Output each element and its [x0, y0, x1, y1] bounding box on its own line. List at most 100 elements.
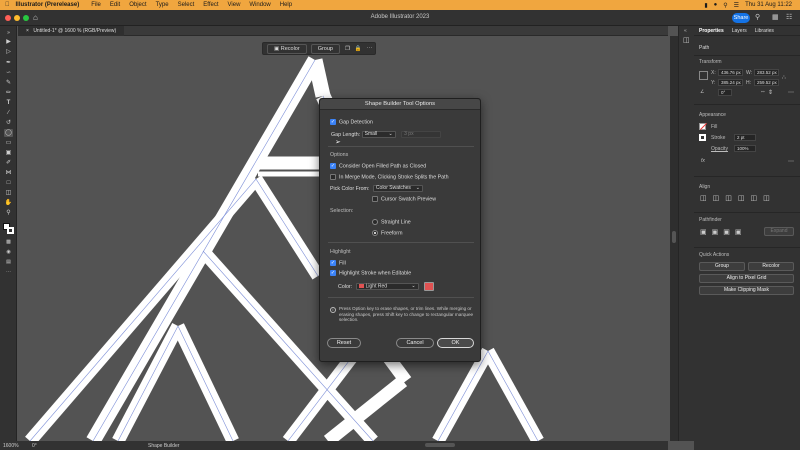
discover-icon[interactable]: ⚲: [755, 13, 760, 21]
menu-window[interactable]: Window: [249, 2, 270, 8]
quick-group-button[interactable]: Group: [699, 262, 745, 271]
free-transform-tool-icon[interactable]: □: [4, 179, 13, 187]
reset-button[interactable]: Reset: [327, 338, 361, 348]
scale-tool-icon[interactable]: ▣: [4, 149, 13, 157]
pick-color-select[interactable]: Color Swatches ⌄: [372, 185, 423, 192]
menu-type[interactable]: Type: [156, 2, 169, 8]
stroke-weight-field[interactable]: 2 pt: [734, 134, 756, 141]
constrain-proportions-icon[interactable]: ∴: [782, 74, 786, 81]
tab-libraries[interactable]: Libraries: [755, 28, 774, 34]
wifi-icon[interactable]: ●: [714, 2, 718, 8]
more-transform-icon[interactable]: ⋯: [788, 89, 794, 96]
gap-detection-option[interactable]: ✓ Gap Detection: [330, 119, 373, 126]
selection-tool-icon[interactable]: ▶: [4, 38, 13, 46]
more-options-icon[interactable]: ⋯: [367, 46, 373, 52]
width-tool-icon[interactable]: ⋈: [4, 169, 13, 177]
type-tool-icon[interactable]: T: [4, 99, 13, 107]
merge-mode-checkbox[interactable]: [330, 174, 336, 180]
fx-button[interactable]: fx: [701, 158, 705, 164]
stroke-swatch-icon[interactable]: [7, 227, 14, 234]
screen-mode-icon[interactable]: ▤: [4, 258, 13, 266]
straight-line-option[interactable]: Straight Line: [372, 219, 411, 226]
recolor-button[interactable]: ▣ Recolor: [267, 43, 307, 54]
reference-point-icon[interactable]: [699, 71, 708, 80]
y-field[interactable]: 385.24 px: [718, 79, 743, 86]
control-center-icon[interactable]: ☰: [734, 2, 739, 9]
color-swatch-button[interactable]: [424, 282, 435, 291]
hand-tool-icon[interactable]: ✋: [4, 199, 13, 207]
draw-mode-icon[interactable]: ◉: [4, 248, 13, 256]
current-tool[interactable]: Shape Builder: [148, 443, 179, 449]
arrange-icon[interactable]: ▦: [772, 13, 779, 21]
flip-vertical-icon[interactable]: ⇕: [768, 89, 773, 96]
edit-toolbar-icon[interactable]: ⋯: [4, 268, 13, 276]
app-menu[interactable]: Illustrator (Prerelease): [16, 2, 80, 8]
menu-view[interactable]: View: [228, 2, 241, 8]
cancel-button[interactable]: Cancel: [396, 338, 434, 348]
lock-icon[interactable]: 🔒: [355, 46, 362, 52]
shape-builder-tool-icon[interactable]: ◯: [4, 129, 13, 137]
menu-select[interactable]: Select: [178, 2, 195, 8]
rotate-tool-icon[interactable]: ↺: [4, 119, 13, 127]
unite-icon[interactable]: ▣: [700, 229, 712, 236]
cursor-preview-checkbox[interactable]: [372, 196, 378, 202]
tab-layers[interactable]: Layers: [732, 28, 747, 34]
share-button[interactable]: Share: [732, 13, 750, 23]
align-bottom-icon[interactable]: ◫: [763, 195, 776, 202]
panel-collapse-icon[interactable]: »: [4, 29, 13, 37]
stroke-swatch[interactable]: [699, 134, 706, 141]
menu-edit[interactable]: Edit: [110, 2, 120, 8]
align-center-icon[interactable]: ◫: [713, 195, 726, 202]
fill-option[interactable]: ✓ Fill: [330, 260, 346, 267]
paintbrush-tool-icon[interactable]: ✎: [4, 79, 13, 87]
battery-icon[interactable]: ▮: [704, 2, 707, 9]
minus-front-icon[interactable]: ▣: [712, 229, 724, 236]
quick-recolor-button[interactable]: Recolor: [748, 262, 794, 271]
vertical-scrollbar[interactable]: [670, 36, 678, 441]
consider-open-option[interactable]: ✓ Consider Open Filled Path as Closed: [330, 163, 426, 170]
zoom-tool-icon[interactable]: ⚲: [4, 209, 13, 217]
gap-length-field[interactable]: 3 px: [401, 131, 442, 138]
exclude-icon[interactable]: ▣: [735, 229, 747, 236]
apple-icon[interactable]: : [5, 2, 10, 8]
menu-help[interactable]: Help: [280, 2, 292, 8]
straight-line-radio[interactable]: [372, 219, 378, 225]
opacity-label[interactable]: Opacity: [711, 146, 728, 152]
x-field[interactable]: 436.76 px: [718, 69, 743, 76]
search-icon[interactable]: ⚲: [723, 2, 727, 9]
duplicate-icon[interactable]: ❐: [345, 46, 350, 52]
freeform-option[interactable]: Freeform: [372, 230, 403, 237]
menu-object[interactable]: Object: [129, 2, 146, 8]
pen-tool-icon[interactable]: ✒: [4, 59, 13, 67]
color-select[interactable]: Light Red ⌄: [355, 283, 419, 290]
vertical-scroll-thumb[interactable]: [672, 231, 676, 243]
make-clipping-mask-button[interactable]: Make Clipping Mask: [699, 286, 794, 295]
document-tab[interactable]: × Untitled-1* @ 1600 % (RGB/Preview): [18, 26, 125, 36]
w-field[interactable]: 283.52 px: [754, 69, 779, 76]
merge-mode-option[interactable]: In Merge Mode, Clicking Stroke Splits th…: [330, 174, 449, 181]
cursor-preview-option[interactable]: Cursor Swatch Preview: [372, 196, 436, 203]
menu-effect[interactable]: Effect: [203, 2, 218, 8]
horizontal-scrollbar[interactable]: [425, 443, 455, 447]
gap-length-select[interactable]: Small ⌄: [361, 131, 396, 138]
clock[interactable]: Thu 31 Aug 11:22: [745, 2, 792, 8]
comments-icon[interactable]: ◫: [683, 36, 690, 44]
pencil-tool-icon[interactable]: ✏: [4, 89, 13, 97]
flip-horizontal-icon[interactable]: ⇔: [760, 89, 766, 95]
curvature-tool-icon[interactable]: ∽: [4, 69, 13, 77]
direct-selection-tool-icon[interactable]: ▷: [4, 48, 13, 56]
fill-stroke-swatch[interactable]: [3, 223, 14, 234]
align-right-icon[interactable]: ◫: [725, 195, 738, 202]
workspace-icon[interactable]: ☷: [786, 13, 792, 21]
collapse-panel-icon[interactable]: «: [684, 28, 687, 34]
fill-swatch[interactable]: [699, 122, 708, 131]
menu-file[interactable]: File: [91, 2, 101, 8]
opacity-field[interactable]: 100%: [734, 145, 756, 152]
highlight-stroke-option[interactable]: ✓ Highlight Stroke when Editable: [330, 270, 411, 277]
group-button[interactable]: Group: [310, 43, 340, 54]
more-appearance-icon[interactable]: ⋯: [788, 158, 794, 165]
align-middle-icon[interactable]: ◫: [751, 195, 764, 202]
eyedropper-tool-icon[interactable]: ✐: [4, 159, 13, 167]
h-field[interactable]: 259.52 px: [754, 79, 779, 86]
tab-properties[interactable]: Properties: [699, 28, 724, 34]
